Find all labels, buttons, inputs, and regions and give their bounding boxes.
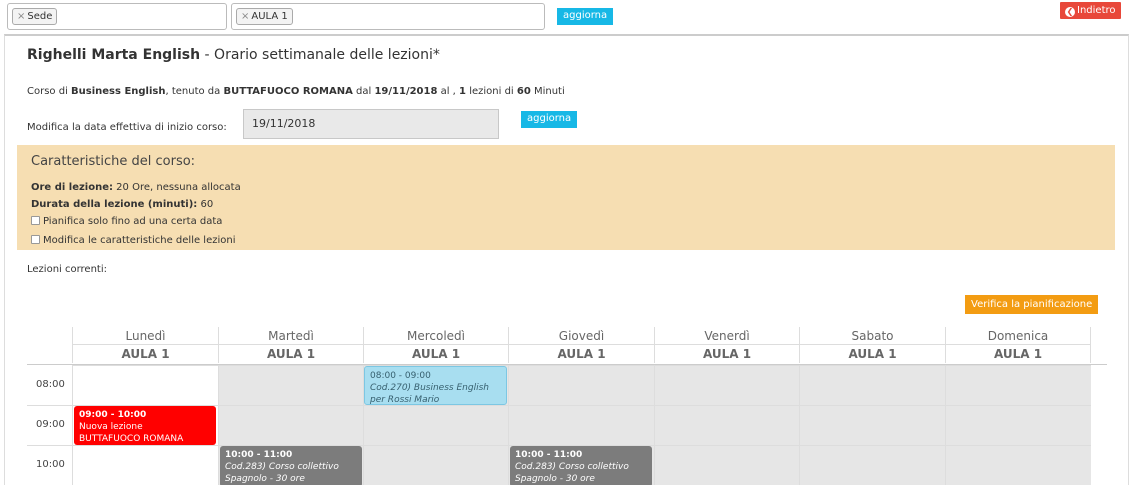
page-title: Righelli Marta English - Orario settiman… xyxy=(27,47,440,63)
sede-chip[interactable]: × Sede xyxy=(12,8,58,25)
current-lessons-label: Lezioni correnti: xyxy=(27,264,107,275)
day-header-thursday: Giovedì AULA 1 xyxy=(508,327,654,363)
slot-wed-09[interactable] xyxy=(363,405,508,445)
features-title: Caratteristiche del corso: xyxy=(31,154,196,169)
day-header-saturday: Sabato AULA 1 xyxy=(799,327,945,363)
arrow-left-circle-icon: ❮ xyxy=(1065,7,1075,17)
remove-sede-icon[interactable]: × xyxy=(17,11,25,22)
start-date-label: Modifica la data effettiva di inizio cor… xyxy=(27,122,227,133)
aula-chip[interactable]: × AULA 1 xyxy=(236,8,293,25)
slot-thu-08[interactable] xyxy=(508,365,654,405)
slot-sat-09[interactable] xyxy=(799,405,945,445)
plan-until-date-checkbox[interactable] xyxy=(31,216,40,225)
slot-sun-08[interactable] xyxy=(945,365,1091,405)
slot-tue-09[interactable] xyxy=(218,405,363,445)
slot-sat-10[interactable] xyxy=(799,445,945,485)
new-lesson-event-mon-0900[interactable]: 09:00 - 10:00 Nuova lezione BUTTAFUOCO R… xyxy=(74,406,216,445)
day-header-monday: Lunedì AULA 1 xyxy=(72,327,218,363)
verify-schedule-button[interactable]: Verifica la pianificazione xyxy=(965,295,1099,314)
sede-select[interactable]: × Sede xyxy=(7,3,227,30)
slot-fri-09[interactable] xyxy=(654,405,799,445)
time-label-08: 08:00 xyxy=(36,379,65,390)
weekly-calendar: Lunedì AULA 1 Martedì AULA 1 Mercoledì AULA… xyxy=(27,327,1107,485)
slot-mon-10[interactable] xyxy=(72,445,218,485)
back-button[interactable]: ❮ Indietro xyxy=(1060,2,1121,19)
day-header-friday: Venerdì AULA 1 xyxy=(654,327,799,363)
hours-line: Ore di lezione: 20 Ore, nessuna allocata xyxy=(31,182,241,193)
modify-lessons-checkbox[interactable] xyxy=(31,235,40,244)
start-date-input[interactable]: 19/11/2018 xyxy=(243,109,499,139)
slot-sun-10[interactable] xyxy=(945,445,1091,485)
start-date-update-button[interactable]: aggiorna xyxy=(521,111,578,128)
lesson-event-wed-0800[interactable]: 08:00 - 09:00 Cod.270) Business English … xyxy=(364,366,507,405)
course-summary: Corso di Business English, tenuto da BUT… xyxy=(27,86,565,97)
aula-select[interactable]: × AULA 1 xyxy=(231,3,545,30)
time-row-divider-10 xyxy=(27,445,72,485)
slot-sat-08[interactable] xyxy=(799,365,945,405)
day-header-tuesday: Martedì AULA 1 xyxy=(218,327,363,363)
slot-wed-10[interactable] xyxy=(363,445,508,485)
slot-fri-10[interactable] xyxy=(654,445,799,485)
remove-aula-icon[interactable]: × xyxy=(241,11,249,22)
day-header-wednesday: Mercoledì AULA 1 xyxy=(363,327,508,363)
day-header-sunday: Domenica AULA 1 xyxy=(945,327,1091,363)
slot-thu-09[interactable] xyxy=(508,405,654,445)
filter-update-button[interactable]: aggiorna xyxy=(557,8,614,25)
slot-fri-08[interactable] xyxy=(654,365,799,405)
schedule-panel: Righelli Marta English - Orario settiman… xyxy=(4,34,1129,485)
time-row-divider-09 xyxy=(27,405,72,445)
lesson-event-thu-1000[interactable]: 10:00 - 11:00 Cod.283) Corso collettivo … xyxy=(510,446,652,485)
slot-mon-08[interactable] xyxy=(72,365,218,405)
slot-sun-09[interactable] xyxy=(945,405,1091,445)
slot-tue-08[interactable] xyxy=(218,365,363,405)
modify-lessons-option[interactable]: Modifica le caratteristiche delle lezion… xyxy=(31,235,236,246)
duration-line: Durata della lezione (minuti): 60 xyxy=(31,199,214,210)
plan-until-date-option[interactable]: Pianifica solo fino ad una certa data xyxy=(31,216,222,227)
lesson-event-tue-1000[interactable]: 10:00 - 11:00 Cod.283) Corso collettivo … xyxy=(220,446,362,485)
course-features-box: Caratteristiche del corso: Ore di lezion… xyxy=(17,145,1115,250)
filter-bar: × Sede × AULA 1 aggiorna ❮ Indietro xyxy=(0,0,1129,34)
